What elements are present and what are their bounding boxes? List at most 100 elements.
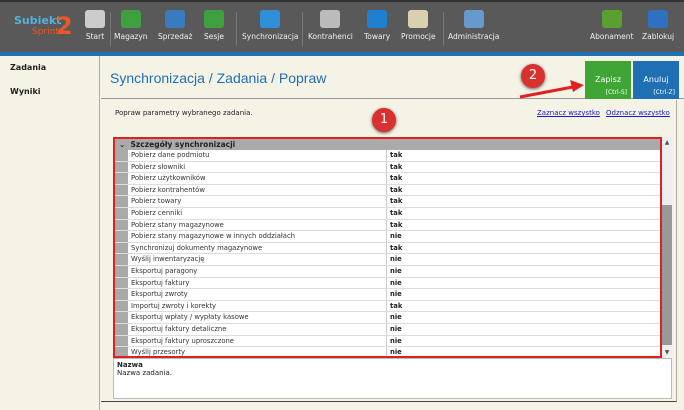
row-value[interactable]: nie <box>387 289 402 300</box>
toolbar-kontrahenci-button[interactable]: Kontrahenci <box>308 10 353 50</box>
grid-row[interactable]: Eksportuj faktury uproszczone nie <box>115 335 660 348</box>
row-label: Eksportuj faktury uproszczone <box>128 335 387 347</box>
grid-row[interactable]: Pobierz słowniki tak <box>115 161 660 174</box>
toolbar-label: Kontrahenci <box>308 32 353 41</box>
row-value[interactable]: nie <box>387 231 402 242</box>
sesje-icon <box>204 10 224 28</box>
row-value[interactable]: nie <box>387 312 402 323</box>
row-value[interactable]: nie <box>387 254 402 265</box>
row-label: Eksportuj paragony <box>128 265 387 277</box>
toolbar-magazyn-button[interactable]: Magazyn <box>114 10 148 50</box>
row-label: Pobierz kontrahentów <box>128 184 387 196</box>
chevron-down-icon[interactable]: ⌄ <box>119 140 125 149</box>
row-value[interactable]: nie <box>387 347 402 356</box>
divider <box>110 12 111 46</box>
grid-row[interactable]: Eksportuj zwroty nie <box>115 289 660 301</box>
row-gutter <box>115 207 128 219</box>
row-label: Wyślij inwentaryzację <box>128 254 387 265</box>
annotation-badge-2: 2 <box>521 64 545 88</box>
page-title: Synchronizacja / Zadania / Popraw <box>110 70 327 86</box>
scroll-down-icon[interactable]: ▼ <box>662 349 672 356</box>
sprzeda-icon <box>165 10 186 28</box>
row-value[interactable]: nie <box>387 278 402 289</box>
grid-row[interactable]: Eksportuj wpłaty / wypłaty kasowe nie <box>115 312 660 324</box>
kontrahenci-icon <box>320 10 341 28</box>
towary-icon <box>367 10 388 28</box>
sidebar-item-wyniki[interactable]: Wyniki <box>0 80 99 104</box>
row-value[interactable]: tak <box>387 162 402 173</box>
grid-row[interactable]: Wyślij przesorty nie <box>115 347 660 356</box>
toolbar-label: Abonament <box>590 32 634 41</box>
scrollbar[interactable]: ▲ ▼ <box>662 137 672 358</box>
toolbar-promocje-button[interactable]: Promocje <box>401 10 436 50</box>
row-value[interactable]: tak <box>387 208 402 219</box>
divider <box>302 12 303 46</box>
save-label: Zapisz <box>594 75 622 84</box>
row-gutter <box>115 300 128 312</box>
grid-row[interactable]: Wyślij inwentaryzację nie <box>115 254 660 266</box>
scroll-up-icon[interactable]: ▲ <box>662 139 672 146</box>
grid-row[interactable]: Eksportuj paragony nie <box>115 265 660 278</box>
grid-row[interactable]: Pobierz dane podmiotu tak <box>115 150 660 162</box>
row-gutter <box>115 347 128 356</box>
magazyn-icon <box>120 10 141 28</box>
grid-row[interactable]: Eksportuj faktury detaliczne nie <box>115 323 660 336</box>
row-value[interactable]: tak <box>387 196 402 207</box>
row-gutter <box>115 173 128 184</box>
row-gutter <box>115 312 128 323</box>
toolbar-zablokuj-button[interactable]: Zablokuj <box>642 10 674 50</box>
cancel-shortcut: [Ctrl-Z] <box>653 89 675 96</box>
toolbar-sprzeda-button[interactable]: Sprzedaż <box>158 10 192 50</box>
abonament-icon <box>601 10 622 28</box>
divider <box>236 12 237 46</box>
scroll-thumb[interactable] <box>662 205 672 345</box>
row-gutter <box>115 289 128 300</box>
grid-row[interactable]: Pobierz stany magazynowe tak <box>115 219 660 232</box>
grid-row[interactable]: Pobierz użytkowników tak <box>115 173 660 185</box>
toolbar-sesje-button[interactable]: Sesje <box>204 10 224 50</box>
row-value[interactable]: tak <box>387 220 402 231</box>
grid-row[interactable]: Pobierz cenniki tak <box>115 207 660 220</box>
toolbar-label: Promocje <box>401 32 436 41</box>
sidebar-item-zadania[interactable]: Zadania <box>0 56 99 80</box>
row-label: Pobierz stany magazynowe <box>128 219 387 231</box>
row-gutter <box>115 196 128 207</box>
row-value[interactable]: tak <box>387 301 402 312</box>
cancel-label: Anuluj <box>643 75 669 84</box>
row-label: Eksportuj wpłaty / wypłaty kasowe <box>128 312 387 323</box>
row-label: Pobierz użytkowników <box>128 173 387 184</box>
row-value[interactable]: tak <box>387 243 402 254</box>
row-value[interactable]: tak <box>387 173 402 184</box>
grid-row[interactable]: Pobierz stany magazynowe w innych oddzia… <box>115 231 660 243</box>
administracja-icon <box>463 10 484 28</box>
deselect-all-link[interactable]: Odznacz wszystko <box>606 109 670 117</box>
toolbar-towary-button[interactable]: Towary <box>364 10 390 50</box>
grid-row[interactable]: Synchronizuj dokumenty magazynowe tak <box>115 242 660 255</box>
row-value[interactable]: nie <box>387 324 402 335</box>
save-button[interactable]: Zapisz [Ctrl-S] <box>585 61 631 99</box>
description-box: Nazwa Nazwa zadania. <box>113 358 672 399</box>
select-all-link[interactable]: Zaznacz wszystko <box>537 109 600 117</box>
toolbar-label: Synchronizacja <box>242 32 299 41</box>
toolbar-start-button[interactable]: Start <box>85 10 105 50</box>
row-gutter <box>115 219 128 231</box>
section-header[interactable]: ⌄ Szczegóły synchronizacji <box>115 139 660 150</box>
row-gutter <box>115 277 128 289</box>
description-text: Nazwa zadania. <box>117 369 173 377</box>
toolbar-synchronizacja-button[interactable]: Synchronizacja <box>242 10 299 50</box>
grid-row[interactable]: Importuj zwroty i korekty tak <box>115 300 660 313</box>
description-title: Nazwa <box>117 361 143 369</box>
annotation-badge-1: 1 <box>372 108 396 132</box>
row-label: Eksportuj faktury detaliczne <box>128 323 387 335</box>
row-value[interactable]: tak <box>387 150 402 161</box>
cancel-button[interactable]: Anuluj [Ctrl-Z] <box>633 61 679 99</box>
row-value[interactable]: nie <box>387 336 402 347</box>
toolbar-administracja-button[interactable]: Administracja <box>448 10 499 50</box>
row-value[interactable]: tak <box>387 185 402 196</box>
accent-stripe <box>0 52 684 56</box>
grid-row[interactable]: Pobierz kontrahentów tak <box>115 184 660 197</box>
row-value[interactable]: nie <box>387 266 402 277</box>
grid-row[interactable]: Eksportuj faktury nie <box>115 277 660 290</box>
grid-row[interactable]: Pobierz towary tak <box>115 196 660 208</box>
toolbar-abonament-button[interactable]: Abonament <box>590 10 633 50</box>
